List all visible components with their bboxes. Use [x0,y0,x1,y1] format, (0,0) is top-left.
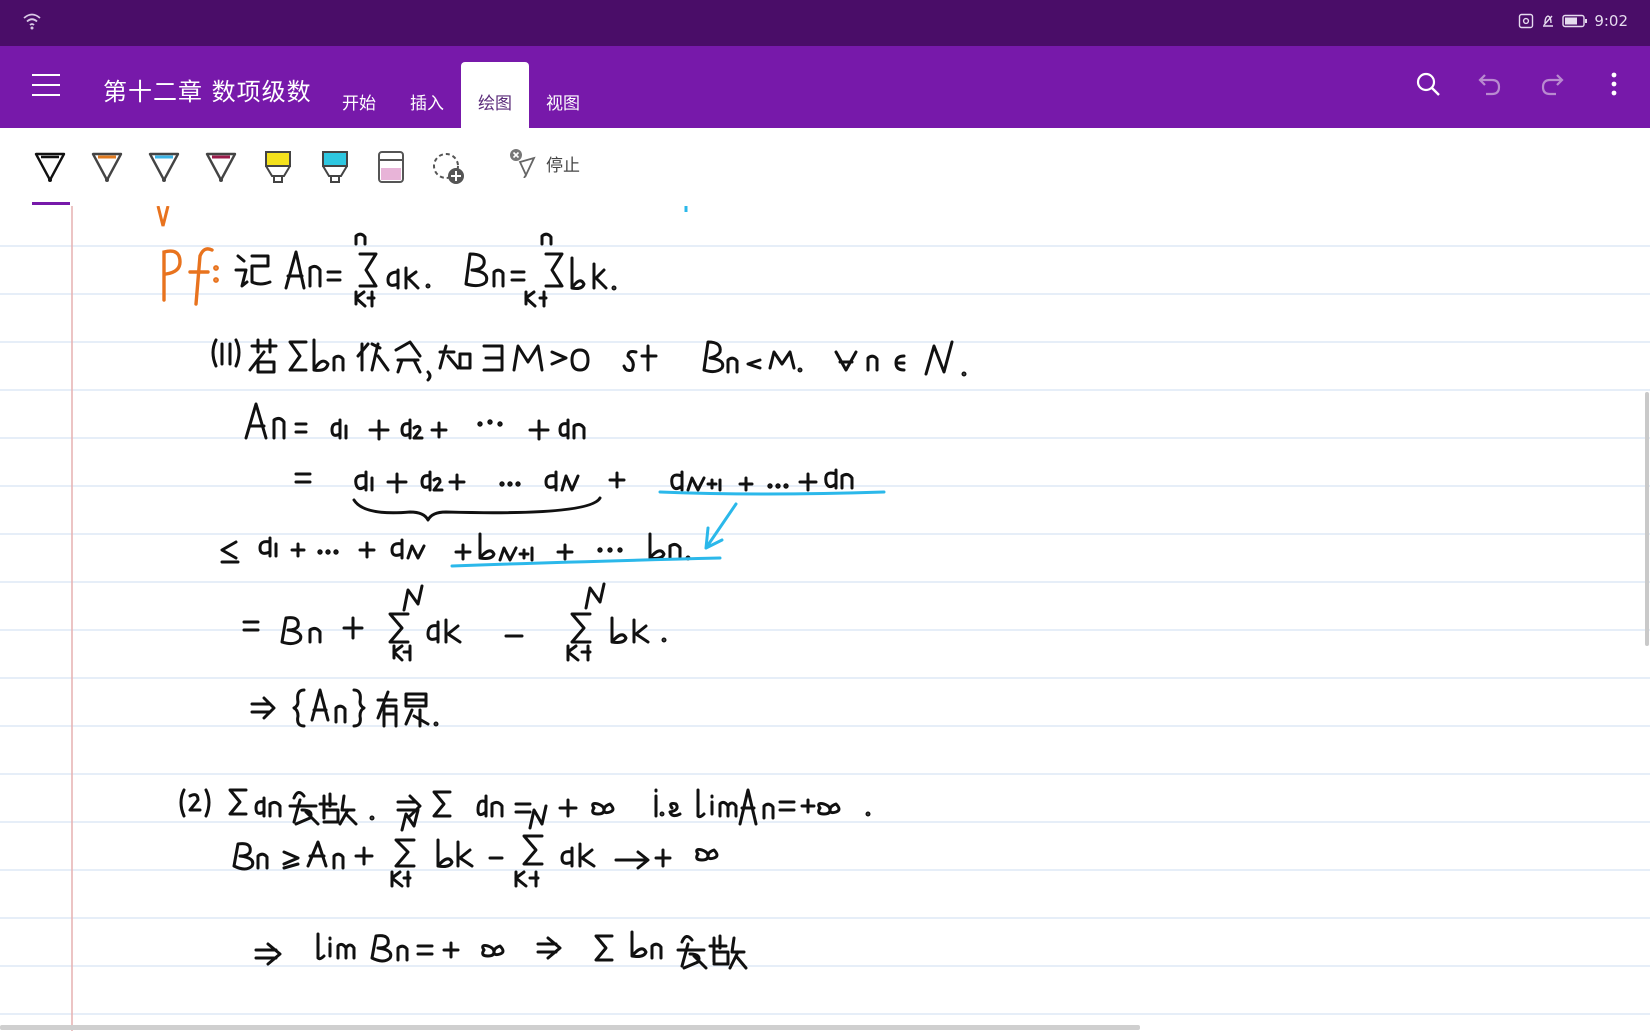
screenshot-icon [1519,13,1534,29]
horizontal-scrollbar[interactable] [0,1025,1140,1030]
ruled-lines [0,206,1650,1031]
pf-label-ink [162,247,219,306]
app-bar: 第十二章 数项级数 开始 插入 绘图 视图 [0,46,1650,128]
selected-pen-indicator [32,202,70,205]
no-disturb-icon [1543,15,1554,27]
battery-icon [1562,14,1588,28]
stop-label: 停止 [546,155,580,176]
app-bar-actions [1412,68,1630,100]
tab-draw[interactable]: 绘图 [461,62,529,128]
tab-view[interactable]: 视图 [529,62,597,128]
tab-home[interactable]: 开始 [325,62,393,128]
cyan-highlighter-icon[interactable] [317,148,353,188]
pink-highlighter-icon[interactable] [373,148,409,188]
cyan-annotation-ink [450,490,886,568]
redo-icon[interactable] [1536,68,1568,100]
search-icon[interactable] [1412,68,1444,100]
ink-layer [0,206,1650,1031]
ribbon-tabs: 开始 插入 绘图 视图 [325,62,597,128]
wifi-icon [23,13,41,30]
cyan-pen-icon[interactable] [146,148,182,188]
status-bar: 9:02 [0,0,1650,46]
stop-lasso-button[interactable]: 停止 [508,148,580,178]
hamburger-menu-icon[interactable] [32,74,60,96]
maroon-pen-icon[interactable] [203,148,239,188]
undo-icon[interactable] [1474,68,1506,100]
status-time: 9:02 [1594,12,1628,30]
more-options-icon[interactable] [1598,68,1630,100]
orange-pen-icon[interactable] [89,148,125,188]
add-pen-icon[interactable] [430,148,466,188]
notebook-title: 第十二章 数项级数 [103,78,312,106]
handwriting-ink [179,232,967,970]
tab-insert[interactable]: 插入 [393,62,461,128]
yellow-highlighter-icon[interactable] [260,148,296,188]
black-pen-icon[interactable] [32,148,68,188]
pen-toolbar: 停止 [0,128,1650,207]
status-right: 9:02 [1518,12,1628,30]
note-canvas[interactable] [0,206,1650,1031]
lasso-stop-icon [510,149,536,178]
vertical-scrollbar[interactable] [1645,392,1649,646]
